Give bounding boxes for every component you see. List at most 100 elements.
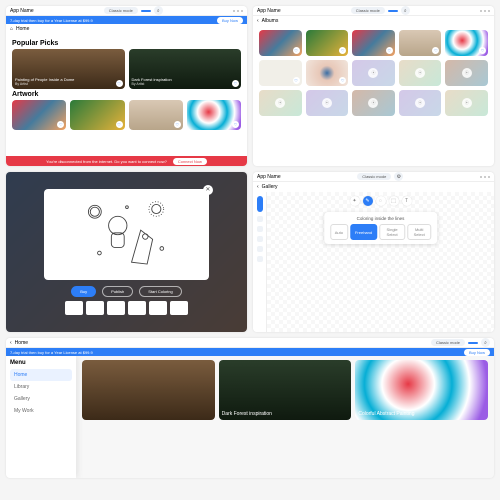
back-icon[interactable]: ‹ — [257, 18, 259, 24]
heart-icon[interactable]: ♡ — [232, 80, 239, 87]
toggle[interactable] — [141, 10, 151, 12]
pick-card-1[interactable]: Dark Forest inspiration By Artist ♡ — [129, 49, 242, 89]
artwork-card[interactable]: ♡ — [187, 100, 241, 130]
crumb-home[interactable]: Home — [16, 26, 29, 32]
thumbnail[interactable] — [107, 301, 125, 315]
album-card-locked[interactable]: ⦿ — [445, 60, 488, 86]
mode-freehand[interactable]: Freehand — [350, 224, 377, 240]
color-swatch-active[interactable] — [257, 196, 263, 212]
menu-item-home[interactable]: Home — [10, 369, 72, 381]
window-drawing-preview: ✕ Buy Publish Start Coloring — [6, 172, 247, 332]
album-card[interactable]: ♡ — [445, 30, 488, 56]
album-card[interactable]: ♡ — [399, 30, 442, 56]
offline-banner: You're disconnected from the internet. D… — [6, 156, 247, 166]
album-card[interactable]: ♡ — [352, 30, 395, 56]
album-card-locked[interactable]: ⦿ — [445, 90, 488, 116]
search-icon[interactable]: ⌕ — [154, 6, 163, 15]
album-card[interactable]: ♡ — [259, 60, 302, 86]
breadcrumb-bar: ‹ Albums — [253, 16, 494, 26]
window-controls[interactable] — [233, 10, 243, 12]
heart-icon[interactable]: ♡ — [232, 121, 239, 128]
menu-title: Menu — [10, 360, 72, 366]
tool-brush[interactable]: ✎ — [363, 196, 373, 206]
menu-item-gallery[interactable]: Gallery — [10, 393, 72, 405]
pick-card[interactable]: Dark Forest inspiration — [219, 360, 352, 420]
pick-card[interactable] — [82, 360, 215, 420]
mode-multi-select[interactable]: Multi Select — [407, 224, 431, 240]
heart-icon[interactable]: ♡ — [339, 47, 346, 54]
toggle[interactable] — [468, 342, 478, 344]
window-controls[interactable] — [480, 10, 490, 12]
artwork-card[interactable]: ♡ — [129, 100, 183, 130]
heart-icon[interactable]: ♡ — [116, 80, 123, 87]
color-swatch[interactable] — [257, 226, 263, 232]
window-controls[interactable] — [480, 176, 490, 178]
thumbnail[interactable] — [170, 301, 188, 315]
album-card-locked[interactable]: ⦿ — [352, 90, 395, 116]
album-card-locked[interactable]: ⦿ — [399, 90, 442, 116]
close-button[interactable]: ✕ — [203, 185, 213, 195]
search-icon[interactable]: ⌕ — [401, 6, 410, 15]
buy-now-button[interactable]: Buy Now — [464, 349, 490, 356]
pick-card-0[interactable]: Painting of People Inside a Dome By Arti… — [12, 49, 125, 89]
thumbnail-row — [65, 301, 188, 315]
window-home: App Name Classic mode ⌕ 7-day trial then… — [6, 6, 247, 166]
color-swatch[interactable] — [257, 246, 263, 252]
thumbnail[interactable] — [86, 301, 104, 315]
start-coloring-button[interactable]: Start Coloring — [139, 286, 181, 297]
publish-button[interactable]: Publish — [102, 286, 133, 297]
mode-pill[interactable]: Classic mode — [104, 7, 138, 14]
tool-tray: ✦ ✎ ◌ ⬚ T — [350, 196, 412, 206]
mode-pill[interactable]: Classic mode — [351, 7, 385, 14]
mode-auto[interactable]: Auto — [330, 224, 348, 240]
heart-icon[interactable]: ♡ — [116, 121, 123, 128]
buy-now-button[interactable]: Buy Now — [217, 17, 243, 24]
menu-item-library[interactable]: Library — [10, 381, 72, 393]
heart-icon[interactable]: ♡ — [432, 47, 439, 54]
album-card[interactable]: ♡ — [259, 30, 302, 56]
buy-button[interactable]: Buy — [71, 286, 96, 297]
mode-single-select[interactable]: Single Select — [379, 224, 405, 240]
thumbnail[interactable] — [65, 301, 83, 315]
album-card-locked[interactable]: ⦿ — [399, 60, 442, 86]
menu-item-mywork[interactable]: My Work — [10, 405, 72, 417]
heart-icon[interactable]: ♡ — [174, 121, 181, 128]
back-icon[interactable]: ‹ — [257, 184, 259, 190]
color-swatch[interactable] — [257, 216, 263, 222]
album-card-locked[interactable]: ⦿ — [306, 90, 349, 116]
toggle[interactable] — [388, 10, 398, 12]
pick-card[interactable]: Colorful Abstract Painting — [355, 360, 488, 420]
color-swatch[interactable] — [257, 256, 263, 262]
connect-now-button[interactable]: Connect Now — [173, 158, 207, 165]
color-sidebar — [253, 192, 267, 332]
artwork-card[interactable]: ♡ — [70, 100, 124, 130]
album-card-locked[interactable]: ⦿ — [259, 90, 302, 116]
album-card-locked[interactable]: ⦿ — [352, 60, 395, 86]
thumbnail[interactable] — [128, 301, 146, 315]
thumbnail[interactable] — [149, 301, 167, 315]
home-icon: ⌂ — [10, 26, 13, 32]
trial-message: 7-day trial then buy for a Year License … — [10, 18, 93, 23]
album-card[interactable]: ♡ — [306, 30, 349, 56]
canvas[interactable]: ✦ ✎ ◌ ⬚ T Coloring inside the lines Auto… — [267, 192, 494, 332]
tool-erase[interactable]: ◌ — [376, 196, 386, 206]
search-icon[interactable]: ⌕ — [481, 338, 490, 347]
trial-banner: 7-day trial then buy for a Year License … — [6, 16, 247, 24]
app-name: App Name — [257, 8, 281, 14]
color-swatch[interactable] — [257, 236, 263, 242]
tool-text[interactable]: T — [402, 196, 412, 206]
heart-icon[interactable]: ♡ — [293, 47, 300, 54]
back-icon[interactable]: ‹ — [10, 340, 12, 346]
tool-wand[interactable]: ✦ — [350, 196, 360, 206]
heart-icon[interactable]: ♡ — [479, 47, 486, 54]
album-card[interactable]: ♡ — [306, 60, 349, 86]
heart-icon[interactable]: ♡ — [386, 47, 393, 54]
artwork-card[interactable]: ♡ — [12, 100, 66, 130]
heart-icon[interactable]: ♡ — [339, 77, 346, 84]
gear-icon[interactable]: ⚙ — [394, 172, 403, 181]
heart-icon[interactable]: ♡ — [293, 77, 300, 84]
heart-icon[interactable]: ♡ — [57, 121, 64, 128]
mode-pill[interactable]: Classic mode — [357, 173, 391, 180]
mode-pill[interactable]: Classic mode — [431, 339, 465, 346]
tool-select[interactable]: ⬚ — [389, 196, 399, 206]
